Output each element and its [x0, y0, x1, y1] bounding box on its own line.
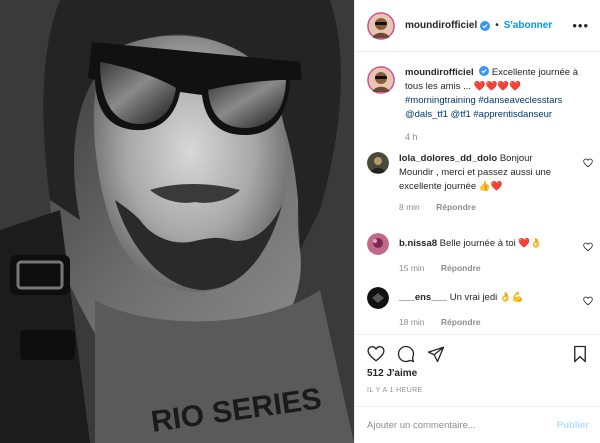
- likes-count[interactable]: 512 J'aime: [367, 368, 417, 379]
- avatar[interactable]: [367, 11, 395, 40]
- action-bar: [355, 334, 600, 368]
- bookmark-icon[interactable]: [571, 345, 589, 363]
- comment-text: Un vrai jedi 👌💪: [449, 292, 524, 303]
- caption-emoji: ❤️❤️❤️❤️: [473, 81, 521, 92]
- reply-button[interactable]: Répondre: [441, 317, 481, 327]
- selfie-image: RIO SERIES: [0, 0, 354, 443]
- caption-text: moundirofficiel Excellente journée à tou…: [405, 66, 593, 145]
- verified-badge-icon: [479, 66, 490, 76]
- comment-time: 15 min: [399, 263, 425, 273]
- comment-item: lola_dolores_dd_dolo Bonjour Moundir , m…: [367, 152, 593, 212]
- commenter-avatar[interactable]: [367, 233, 389, 255]
- commenter-avatar[interactable]: [367, 152, 389, 174]
- comment-text: Belle journée à toi ❤️👌: [439, 238, 543, 249]
- post-time: IL Y A 1 HEURE: [367, 387, 423, 394]
- like-comment-heart-icon[interactable]: [583, 296, 593, 306]
- like-comment-heart-icon[interactable]: [583, 242, 593, 252]
- post-panel: moundirofficiel • S'abonner ••• moundiro…: [354, 0, 600, 443]
- comment-item: b.nissa8 Belle journée à toi ❤️👌 15 min …: [367, 233, 593, 273]
- comment-time: 8 min: [399, 202, 420, 212]
- commenter-avatar[interactable]: [367, 287, 389, 309]
- caption-mentions[interactable]: @dals_tf1 @tf1 #apprentisdanseur: [405, 109, 552, 120]
- caption-time: 4 h: [405, 132, 418, 142]
- post-caption: moundirofficiel Excellente journée à tou…: [367, 66, 593, 145]
- comment-time: 18 min: [399, 317, 425, 327]
- comment-username[interactable]: ___ens___: [399, 292, 447, 303]
- like-comment-heart-icon[interactable]: [583, 158, 593, 168]
- publish-button[interactable]: Publier: [557, 420, 589, 431]
- comment-username[interactable]: lola_dolores_dd_dolo: [399, 153, 497, 164]
- comments-list[interactable]: moundirofficiel Excellente journée à tou…: [355, 52, 600, 334]
- like-heart-icon[interactable]: [367, 345, 385, 363]
- caption-hashtags[interactable]: #morningtraining #danseaveclesstars: [405, 95, 562, 106]
- comment-input[interactable]: Ajouter un commentaire...: [367, 420, 476, 431]
- follow-button[interactable]: S'abonner: [504, 20, 553, 31]
- add-comment-bar: Ajouter un commentaire... Publier: [355, 406, 600, 443]
- separator-dot: •: [495, 20, 499, 31]
- comment-item: ___ens___ Un vrai jedi 👌💪 18 min Répondr…: [367, 287, 593, 327]
- post-header: moundirofficiel • S'abonner •••: [355, 0, 600, 52]
- comment-username[interactable]: b.nissa8: [399, 238, 437, 249]
- caption-username[interactable]: moundirofficiel: [405, 67, 474, 78]
- post-photo[interactable]: RIO SERIES: [0, 0, 354, 443]
- post-username[interactable]: moundirofficiel: [405, 20, 477, 31]
- share-icon[interactable]: [427, 345, 445, 363]
- reply-button[interactable]: Répondre: [436, 202, 476, 212]
- caption-avatar[interactable]: [367, 66, 395, 94]
- verified-badge-icon: [480, 20, 491, 31]
- reply-button[interactable]: Répondre: [441, 263, 481, 273]
- more-options-icon[interactable]: •••: [572, 18, 589, 33]
- comment-icon[interactable]: [397, 345, 415, 363]
